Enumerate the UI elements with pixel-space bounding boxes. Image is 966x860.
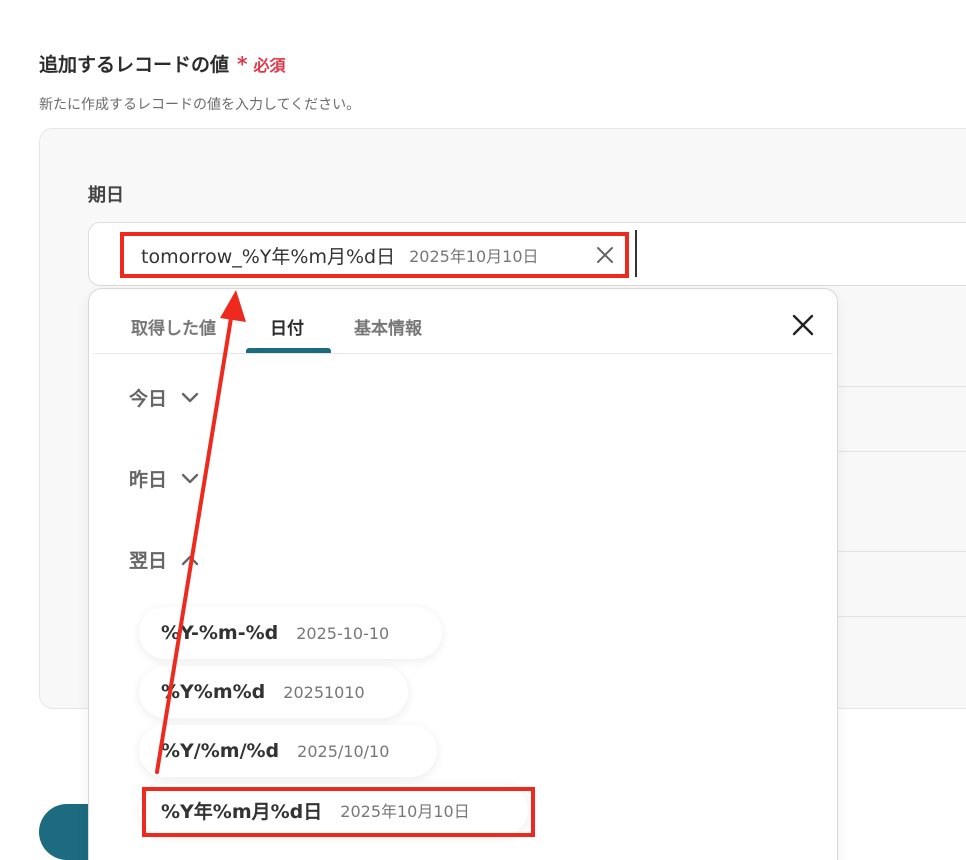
section-description: 新たに作成するレコードの値を入力してください。 <box>39 97 361 113</box>
option-value: 2025-10-10 <box>296 623 390 643</box>
section-title: 追加するレコードの値 * 必須 <box>39 50 286 77</box>
chevron-down-icon <box>181 392 199 402</box>
option-label: %Y%m%d <box>161 681 266 703</box>
chevron-up-icon <box>181 555 199 565</box>
option-label: %Y/%m/%d <box>161 740 280 762</box>
option-highlight-box <box>142 787 535 837</box>
option-value: 2025/10/10 <box>297 741 390 761</box>
background-row-divider <box>836 451 966 452</box>
group-today[interactable]: 今日 <box>129 384 199 411</box>
chevron-down-icon <box>181 473 199 483</box>
tab-divider <box>93 353 833 354</box>
group-label: 今日 <box>129 388 168 410</box>
group-tomorrow[interactable]: 翌日 <box>129 546 199 573</box>
option-date-slash[interactable]: %Y/%m/%d 2025/10/10 <box>139 725 437 777</box>
close-icon[interactable] <box>791 313 815 337</box>
chip-label: tomorrow_%Y年%m月%d日 <box>141 245 396 268</box>
tab-basic-info[interactable]: 基本情報 <box>354 314 422 339</box>
option-value: 20251010 <box>283 682 365 702</box>
required-mark: * <box>237 52 248 76</box>
background-row-divider <box>836 386 966 387</box>
page: 追加するレコードの値 * 必須 新たに作成するレコードの値を入力してください。 … <box>0 0 966 860</box>
option-label: %Y-%m-%d <box>161 622 279 644</box>
group-label: 昨日 <box>129 469 168 491</box>
close-icon[interactable] <box>595 245 615 265</box>
field-label-due-date: 期日 <box>88 185 124 206</box>
chip-value: 2025年10月10日 <box>409 247 539 266</box>
text-cursor <box>635 230 637 277</box>
group-yesterday[interactable]: 昨日 <box>129 465 199 492</box>
option-date-compact[interactable]: %Y%m%d 20251010 <box>139 666 408 718</box>
section-title-text: 追加するレコードの値 <box>39 54 230 76</box>
background-row-divider <box>836 616 966 617</box>
tab-date[interactable]: 日付 <box>270 314 304 339</box>
tab-acquired-values[interactable]: 取得した値 <box>131 314 216 339</box>
value-chip[interactable]: tomorrow_%Y年%m月%d日 2025年10月10日 <box>120 232 629 278</box>
background-row-divider <box>836 551 966 552</box>
group-label: 翌日 <box>129 550 168 572</box>
required-label: 必須 <box>253 56 286 75</box>
option-date-hyphen[interactable]: %Y-%m-%d 2025-10-10 <box>139 607 442 659</box>
